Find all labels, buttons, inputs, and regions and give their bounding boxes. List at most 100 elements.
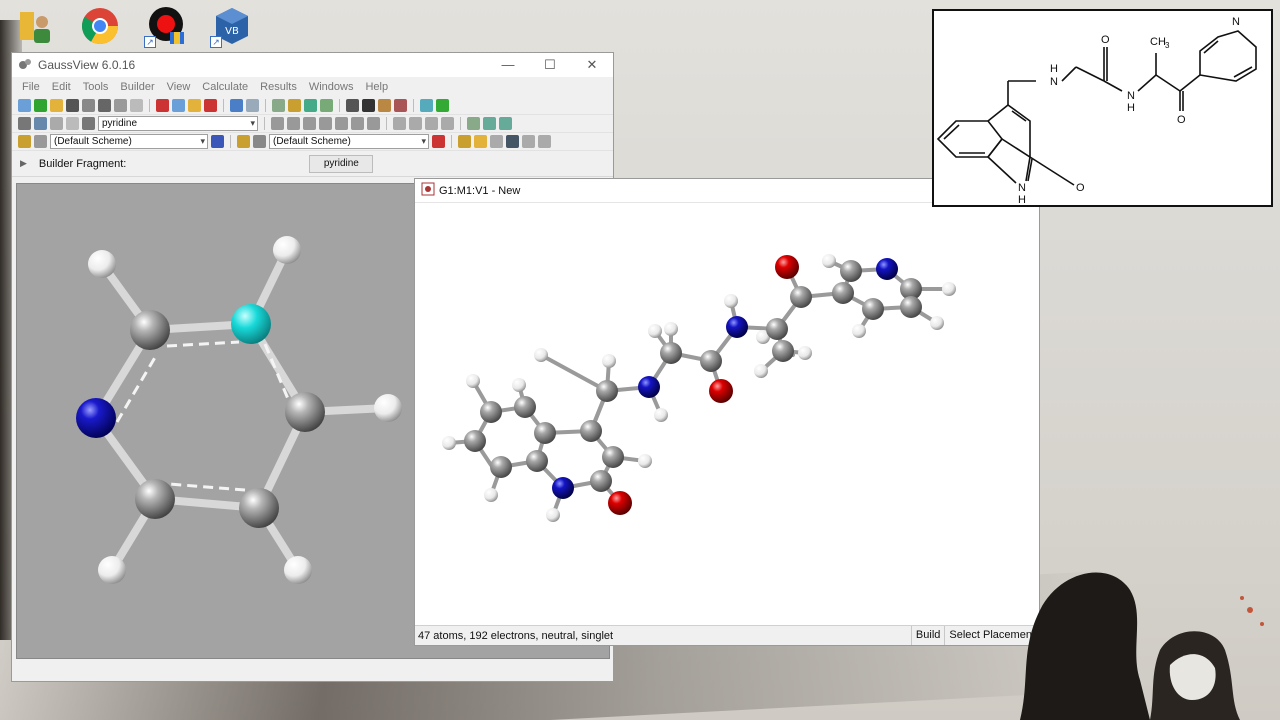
carbon-atom[interactable] xyxy=(464,430,486,452)
menu-windows[interactable]: Windows xyxy=(303,81,360,93)
delete-icon[interactable] xyxy=(204,99,217,112)
hydrogen-atom[interactable] xyxy=(442,436,456,450)
carbon-atom[interactable] xyxy=(239,488,279,528)
carbon-atom[interactable] xyxy=(285,392,325,432)
oxygen-atom[interactable] xyxy=(775,255,799,279)
undo-icon[interactable] xyxy=(230,99,243,112)
tile-icon[interactable] xyxy=(490,135,503,148)
element-icon[interactable] xyxy=(18,117,31,130)
results-icon[interactable] xyxy=(362,99,375,112)
key-icon[interactable] xyxy=(378,99,391,112)
label-scheme-icon[interactable] xyxy=(253,135,266,148)
oxygen-atom[interactable] xyxy=(709,379,733,403)
menu-edit[interactable]: Edit xyxy=(46,81,77,93)
diamond-icon[interactable] xyxy=(420,99,433,112)
carbon-atom[interactable] xyxy=(602,446,624,468)
add-valence-icon[interactable] xyxy=(335,117,348,130)
window-icon[interactable] xyxy=(458,135,471,148)
carbon-atom[interactable] xyxy=(130,310,170,350)
carbon-atom[interactable] xyxy=(480,401,502,423)
hydrogen-atom[interactable] xyxy=(654,408,668,422)
redo-icon[interactable] xyxy=(246,99,259,112)
menu-results[interactable]: Results xyxy=(254,81,303,93)
inquire-icon[interactable] xyxy=(319,117,332,130)
new-file-icon[interactable] xyxy=(18,99,31,112)
symmetry-icon[interactable] xyxy=(304,99,317,112)
carbon-atom[interactable] xyxy=(790,286,812,308)
dihedral-icon[interactable] xyxy=(303,117,316,130)
carbon-atom[interactable] xyxy=(590,470,612,492)
copy-icon[interactable] xyxy=(172,99,185,112)
hydrogen-atom[interactable] xyxy=(273,236,301,264)
user-file-icon[interactable] xyxy=(14,4,58,48)
carbon-atom[interactable] xyxy=(490,456,512,478)
hydrogen-atom[interactable] xyxy=(942,282,956,296)
carbon-atom[interactable] xyxy=(580,420,602,442)
scheme-combo-right[interactable]: (Default Scheme) xyxy=(269,134,429,149)
print-icon[interactable] xyxy=(82,99,95,112)
hydrogen-atom[interactable] xyxy=(98,556,126,584)
oxygen-atom[interactable] xyxy=(608,491,632,515)
hydrogen-atom[interactable] xyxy=(754,364,768,378)
image-save-icon[interactable] xyxy=(98,99,111,112)
label-format-icon[interactable] xyxy=(237,135,250,148)
minimize-button[interactable]: — xyxy=(487,57,529,73)
builder-fragment-button[interactable]: pyridine xyxy=(309,154,374,173)
traffic-light-icon[interactable] xyxy=(436,99,449,112)
nitrogen-atom[interactable] xyxy=(552,477,574,499)
hydrogen-atom[interactable] xyxy=(534,348,548,362)
hydrogen-atom[interactable] xyxy=(930,316,944,330)
angle-icon[interactable] xyxy=(287,117,300,130)
carbon-atom[interactable] xyxy=(514,396,536,418)
custom-fragment-icon[interactable] xyxy=(82,117,95,130)
mirror-icon[interactable] xyxy=(409,117,422,130)
hydrogen-atom[interactable] xyxy=(284,556,312,584)
menu-view[interactable]: View xyxy=(161,81,197,93)
scheme-apply-right-icon[interactable] xyxy=(432,135,445,148)
expand-triangle-icon[interactable]: ▶ xyxy=(20,158,27,169)
bond-icon[interactable] xyxy=(271,117,284,130)
fit-icon[interactable] xyxy=(499,117,512,130)
prev-icon[interactable] xyxy=(522,135,535,148)
molecule-view-window[interactable]: G1:M1:V1 - New 47 atoms, 192 electrons, … xyxy=(414,178,1040,646)
clean-icon[interactable] xyxy=(288,99,301,112)
carbon-atom[interactable] xyxy=(862,298,884,320)
select-icon[interactable] xyxy=(467,117,480,130)
save-icon[interactable] xyxy=(66,99,79,112)
main-titlebar[interactable]: GaussView 6.0.16 — ☐ ✕ xyxy=(12,53,613,77)
menu-builder[interactable]: Builder xyxy=(114,81,160,93)
maximize-button[interactable]: ☐ xyxy=(529,57,571,73)
carbon-atom[interactable] xyxy=(660,342,682,364)
export-icon[interactable] xyxy=(114,99,127,112)
scheme-icon[interactable] xyxy=(34,135,47,148)
nitrogen-atom[interactable] xyxy=(876,258,898,280)
ring-icon[interactable] xyxy=(34,117,47,130)
menu-help[interactable]: Help xyxy=(359,81,394,93)
carbon-atom[interactable] xyxy=(772,340,794,362)
info-icon[interactable] xyxy=(474,135,487,148)
carbon-atom[interactable] xyxy=(840,260,862,282)
carbon-atom[interactable] xyxy=(534,422,556,444)
close-button[interactable]: ✕ xyxy=(571,57,613,73)
nitrogen-atom[interactable] xyxy=(726,316,748,338)
carbon-atom[interactable] xyxy=(900,296,922,318)
next-icon[interactable] xyxy=(538,135,551,148)
hydrogen-atom[interactable] xyxy=(374,394,402,422)
fragment-combo[interactable]: pyridine xyxy=(98,116,258,131)
calc-icon[interactable] xyxy=(346,99,359,112)
hydrogen-atom[interactable] xyxy=(546,508,560,522)
carbon-atom[interactable] xyxy=(700,350,722,372)
menu-tools[interactable]: Tools xyxy=(77,81,115,93)
hydrogen-atom[interactable] xyxy=(648,324,662,338)
hydrogen-atom[interactable] xyxy=(822,254,836,268)
display-format-icon[interactable] xyxy=(18,135,31,148)
recorder-icon[interactable]: ↗ xyxy=(144,4,188,48)
carbon-atom[interactable] xyxy=(766,318,788,340)
carbon-atom[interactable] xyxy=(526,450,548,472)
add-icon[interactable] xyxy=(34,99,47,112)
hydrogen-atom[interactable] xyxy=(602,354,616,368)
point-group-icon[interactable] xyxy=(441,117,454,130)
virtualbox-icon[interactable]: VB ↗ xyxy=(210,4,254,48)
rebond-icon[interactable] xyxy=(367,117,380,130)
biological-icon[interactable] xyxy=(66,117,79,130)
